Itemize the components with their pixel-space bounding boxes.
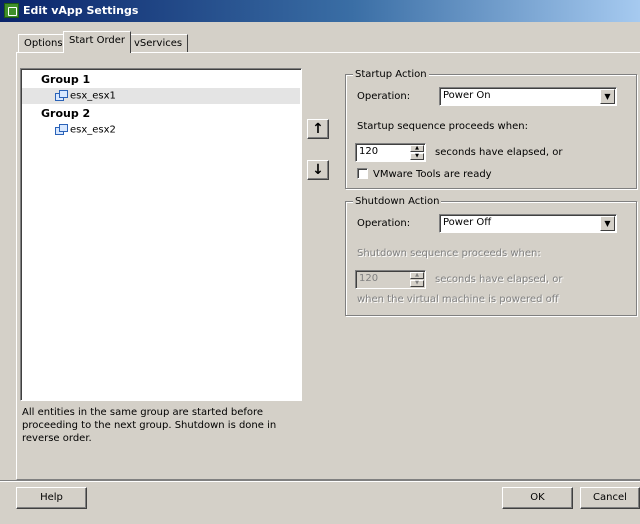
shutdown-powered-off-label: when the virtual machine is powered off (357, 294, 559, 305)
arrow-down-icon: ↓ (312, 162, 324, 178)
tab-start-order[interactable]: Start Order (63, 31, 132, 53)
vmware-tools-checkbox[interactable] (357, 168, 368, 179)
tree-group-2[interactable]: Group 2 (41, 107, 90, 120)
shutdown-operation-label: Operation: (357, 218, 411, 229)
shutdown-seconds-value: 120 (359, 273, 379, 284)
startup-operation-value: Power On (443, 90, 491, 101)
spin-up-icon: ▲ (410, 272, 424, 279)
spin-down-icon[interactable]: ▼ (410, 153, 424, 160)
spinner-buttons[interactable]: ▲ ▼ (410, 145, 424, 160)
shutdown-action-legend: Shutdown Action (353, 196, 442, 207)
tree-item-label: esx_esx2 (70, 124, 116, 136)
spinner-buttons: ▲ ▼ (410, 272, 424, 287)
spin-down-icon: ▼ (410, 280, 424, 287)
move-down-button[interactable]: ↓ (307, 160, 329, 180)
tree-group-1[interactable]: Group 1 (41, 73, 90, 86)
vm-icon (55, 90, 68, 101)
tree-item-label: esx_esx1 (70, 90, 116, 102)
start-order-help-text: All entities in the same group are start… (22, 407, 277, 444)
spin-up-icon[interactable]: ▲ (410, 145, 424, 152)
vm-icon (55, 124, 68, 135)
startup-seconds-label: seconds have elapsed, or (435, 147, 563, 158)
help-button[interactable]: Help (16, 487, 87, 509)
vapp-icon (4, 3, 19, 18)
tree-item-esx-esx1[interactable]: esx_esx1 (22, 88, 300, 104)
cancel-button[interactable]: Cancel (580, 487, 640, 509)
chevron-down-icon[interactable]: ▼ (600, 216, 615, 231)
shutdown-seconds-spinner: 120 ▲ ▼ (355, 270, 426, 289)
shutdown-operation-select[interactable]: Power Off ▼ (439, 214, 617, 233)
chevron-down-icon[interactable]: ▼ (600, 89, 615, 104)
arrow-up-icon: ↑ (312, 121, 324, 137)
shutdown-proceeds-label: Shutdown sequence proceeds when: (357, 248, 541, 259)
move-up-button[interactable]: ↑ (307, 119, 329, 139)
tab-options[interactable]: Options (18, 34, 69, 52)
vmware-tools-label: VMware Tools are ready (373, 169, 492, 180)
window-title: Edit vApp Settings (23, 4, 139, 17)
bottom-separator (0, 480, 640, 482)
tab-vservices[interactable]: vServices (128, 34, 189, 52)
tree-item-esx-esx2[interactable]: esx_esx2 (22, 122, 300, 138)
start-order-tree[interactable]: Group 1 esx_esx1 Group 2 esx_esx2 (20, 68, 302, 401)
shutdown-seconds-label: seconds have elapsed, or (435, 274, 563, 285)
ok-button[interactable]: OK (502, 487, 573, 509)
startup-operation-label: Operation: (357, 91, 411, 102)
startup-proceeds-label: Startup sequence proceeds when: (357, 121, 528, 132)
title-bar[interactable]: Edit vApp Settings (0, 0, 640, 22)
startup-seconds-spinner[interactable]: 120 ▲ ▼ (355, 143, 426, 162)
startup-action-legend: Startup Action (353, 69, 429, 80)
startup-seconds-value: 120 (359, 146, 379, 157)
shutdown-operation-value: Power Off (443, 217, 492, 228)
startup-operation-select[interactable]: Power On ▼ (439, 87, 617, 106)
